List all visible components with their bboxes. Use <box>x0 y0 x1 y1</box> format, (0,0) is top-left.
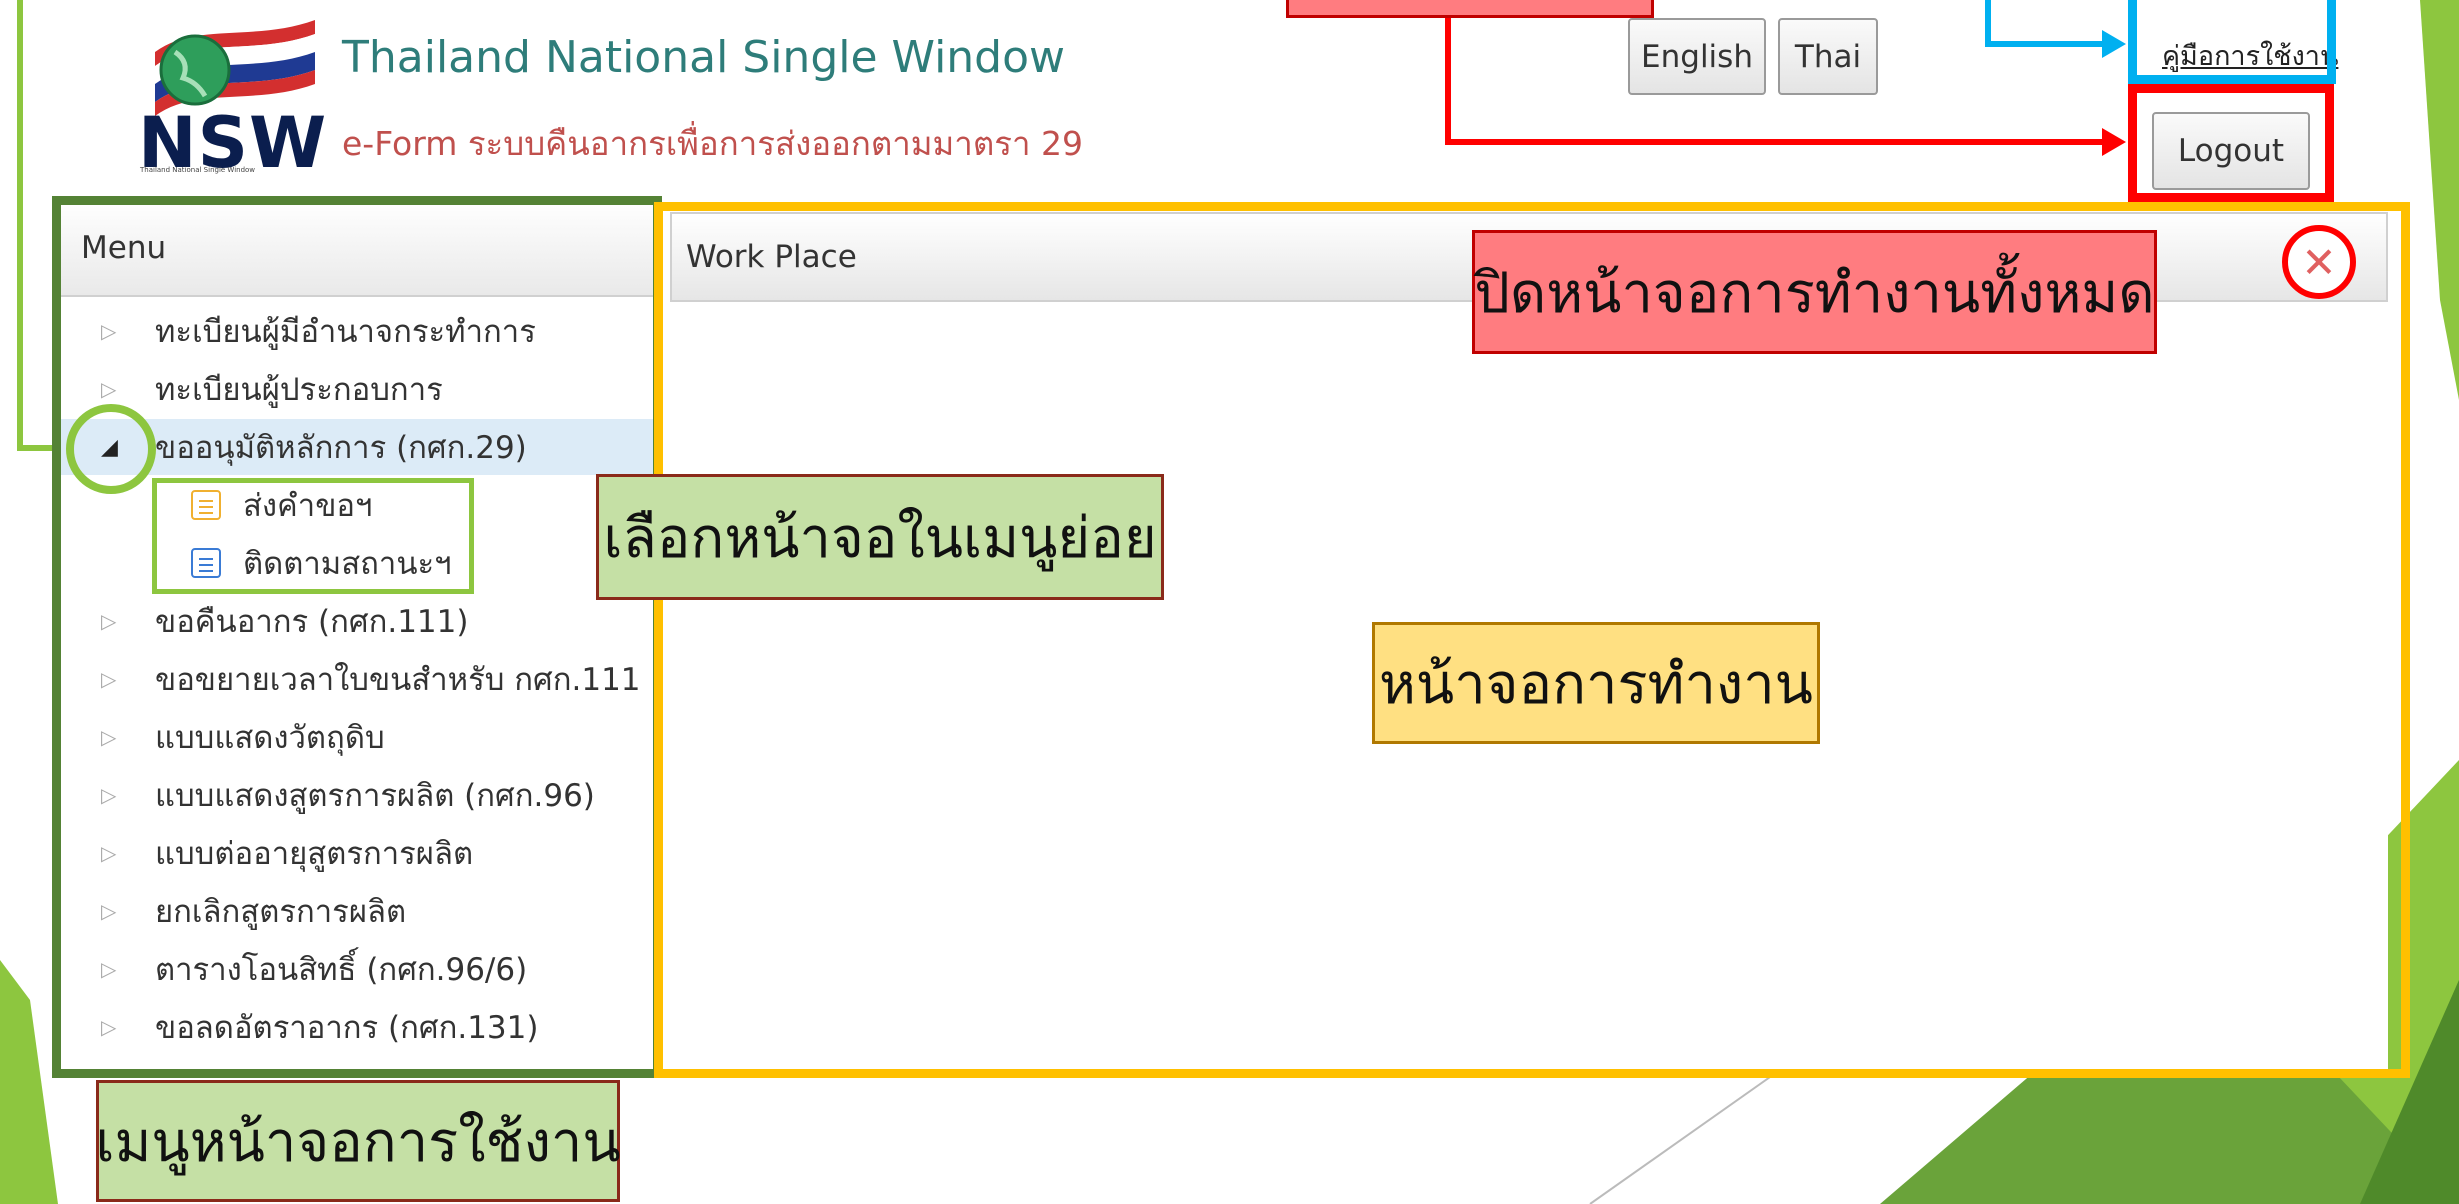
app-subtitle: e-Form ระบบคืนอากรเพื่อการส่งออกตามมาตรา… <box>342 124 1083 163</box>
close-icon[interactable]: ✕ <box>2301 238 2336 287</box>
callout-select-submenu: เลือกหน้าจอในเมนูย่อย <box>596 474 1164 600</box>
menu-highlight-frame <box>52 196 662 1078</box>
callout-close-all: ปิดหน้าจอการทำงานทั้งหมด <box>1472 230 2157 354</box>
expand-highlight-ring <box>66 404 156 494</box>
manual-highlight-frame <box>2128 0 2336 84</box>
english-button[interactable]: English <box>1628 18 1766 95</box>
logo-subtext: Thailand National Single Window <box>140 166 256 174</box>
app-title: Thailand National Single Window <box>342 32 1066 83</box>
thai-button[interactable]: Thai <box>1778 18 1878 95</box>
logout-highlight-frame <box>2128 84 2334 202</box>
close-all-button[interactable]: ✕ <box>2282 225 2356 299</box>
callout-menu-screen: เมนูหน้าจอการใช้งาน <box>95 1080 621 1202</box>
callout-work-screen: หน้าจอการทำงาน <box>1372 622 1820 744</box>
submenu-highlight-frame <box>152 478 474 594</box>
language-callout-box <box>1286 0 1654 18</box>
